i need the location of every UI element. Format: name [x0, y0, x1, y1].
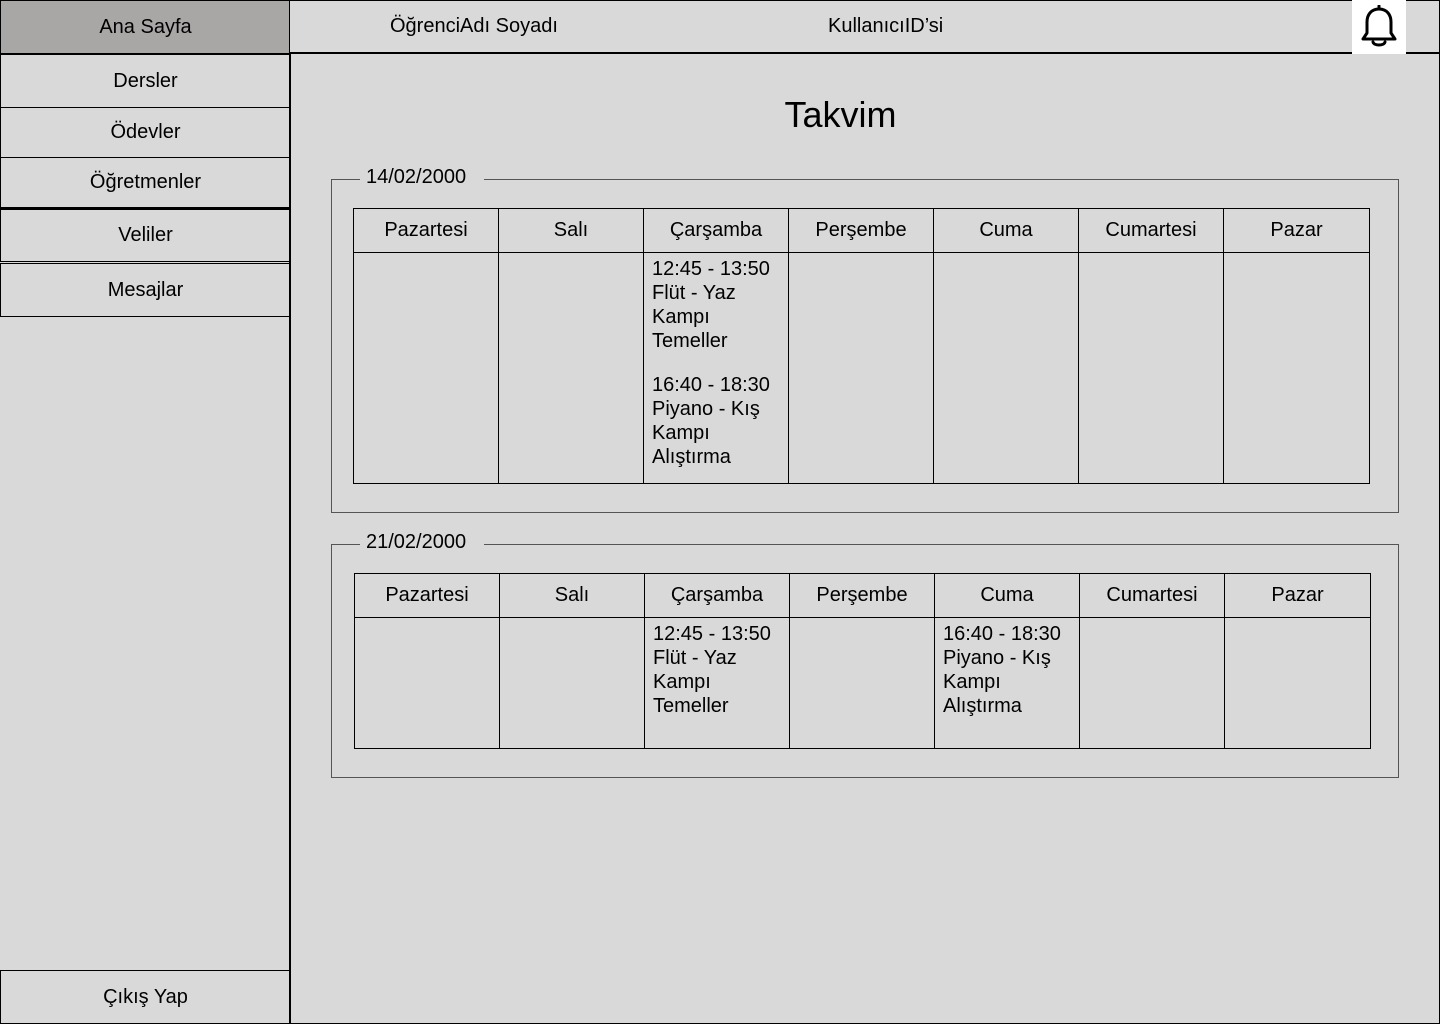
- event-time: 16:40 - 18:30: [652, 374, 770, 396]
- day-header: Çarşamba: [645, 574, 790, 618]
- calendar-event[interactable]: 16:40 - 18:30 Piyano - Kış Kampı Alıştırm…: [652, 373, 780, 469]
- calendar-event[interactable]: 12:45 - 13:50 Flüt - Yaz Kampı Temeller: [652, 257, 780, 353]
- day-header: Pazartesi: [354, 209, 499, 253]
- day-cell[interactable]: [1080, 618, 1225, 748]
- day-cell[interactable]: [789, 253, 934, 483]
- event-title: Piyano - Kış Kampı Alıştırma: [652, 398, 760, 468]
- day-header: Cumartesi: [1080, 574, 1225, 618]
- sidebar-item-teachers[interactable]: Öğretmenler: [0, 157, 291, 208]
- event-title: Flüt - Yaz Kampı Temeller: [652, 282, 736, 352]
- day-header: Çarşamba: [644, 209, 789, 253]
- week-date: 14/02/2000: [360, 166, 485, 189]
- day-cell[interactable]: [1224, 253, 1369, 483]
- day-cell[interactable]: [499, 253, 644, 483]
- sidebar-item-home[interactable]: Ana Sayfa: [0, 0, 291, 54]
- day-cell[interactable]: [790, 618, 935, 748]
- event-title: Flüt - Yaz Kampı Temeller: [653, 647, 737, 717]
- day-cell[interactable]: [355, 618, 500, 748]
- event-time: 12:45 - 13:50: [653, 623, 771, 645]
- day-header: Cumartesi: [1079, 209, 1224, 253]
- sidebar-item-assignments[interactable]: Ödevler: [0, 107, 291, 158]
- day-cell[interactable]: [500, 618, 645, 748]
- day-cell[interactable]: 12:45 - 13:50 Flüt - Yaz Kampı Temeller 16…: [644, 253, 789, 483]
- sidebar-item-courses[interactable]: Dersler: [0, 54, 291, 108]
- calendar-grid: Pazartesi Salı Çarşamba Perşembe Cuma Cumarte…: [354, 573, 1371, 749]
- day-cell[interactable]: [354, 253, 499, 483]
- page-title: Takvim: [784, 94, 897, 135]
- day-header: Perşembe: [790, 574, 935, 618]
- day-cell[interactable]: 12:45 - 13:50 Flüt - Yaz Kampı Temeller: [645, 618, 790, 748]
- event-title: Piyano - Kış Kampı Alıştırma: [943, 647, 1051, 717]
- calendar-event[interactable]: 16:40 - 18:30 Piyano - Kış Kampı Alıştırm…: [943, 622, 1071, 718]
- day-header: Cuma: [935, 574, 1080, 618]
- week-group: 21/02/2000 Pazartesi Salı Çarşamba Perşembe…: [331, 531, 1399, 778]
- day-cell[interactable]: [1225, 618, 1370, 748]
- day-header: Perşembe: [789, 209, 934, 253]
- event-time: 16:40 - 18:30: [943, 623, 1061, 645]
- day-header: Cuma: [934, 209, 1079, 253]
- calendar-grid: Pazartesi Salı Çarşamba Perşembe Cuma Cumarte…: [353, 208, 1370, 484]
- day-header: Pazar: [1225, 574, 1370, 618]
- week-date: 21/02/2000: [360, 531, 485, 554]
- sidebar-item-parents[interactable]: Veliler: [0, 208, 291, 262]
- day-header: Pazartesi: [355, 574, 500, 618]
- week-group: 14/02/2000 Pazartesi Salı Çarşamba Perşembe…: [331, 166, 1399, 513]
- sidebar-item-messages[interactable]: Mesajlar: [0, 263, 291, 317]
- calendar-event[interactable]: 12:45 - 13:50 Flüt - Yaz Kampı Temeller: [653, 622, 781, 718]
- day-cell[interactable]: [1079, 253, 1224, 483]
- day-header: Pazar: [1224, 209, 1369, 253]
- day-header: Salı: [499, 209, 644, 253]
- event-time: 12:45 - 13:50: [652, 258, 770, 280]
- logout-button[interactable]: Çıkış Yap: [0, 970, 291, 1024]
- day-cell[interactable]: [934, 253, 1079, 483]
- day-header: Salı: [500, 574, 645, 618]
- day-cell[interactable]: 16:40 - 18:30 Piyano - Kış Kampı Alıştırm…: [935, 618, 1080, 748]
